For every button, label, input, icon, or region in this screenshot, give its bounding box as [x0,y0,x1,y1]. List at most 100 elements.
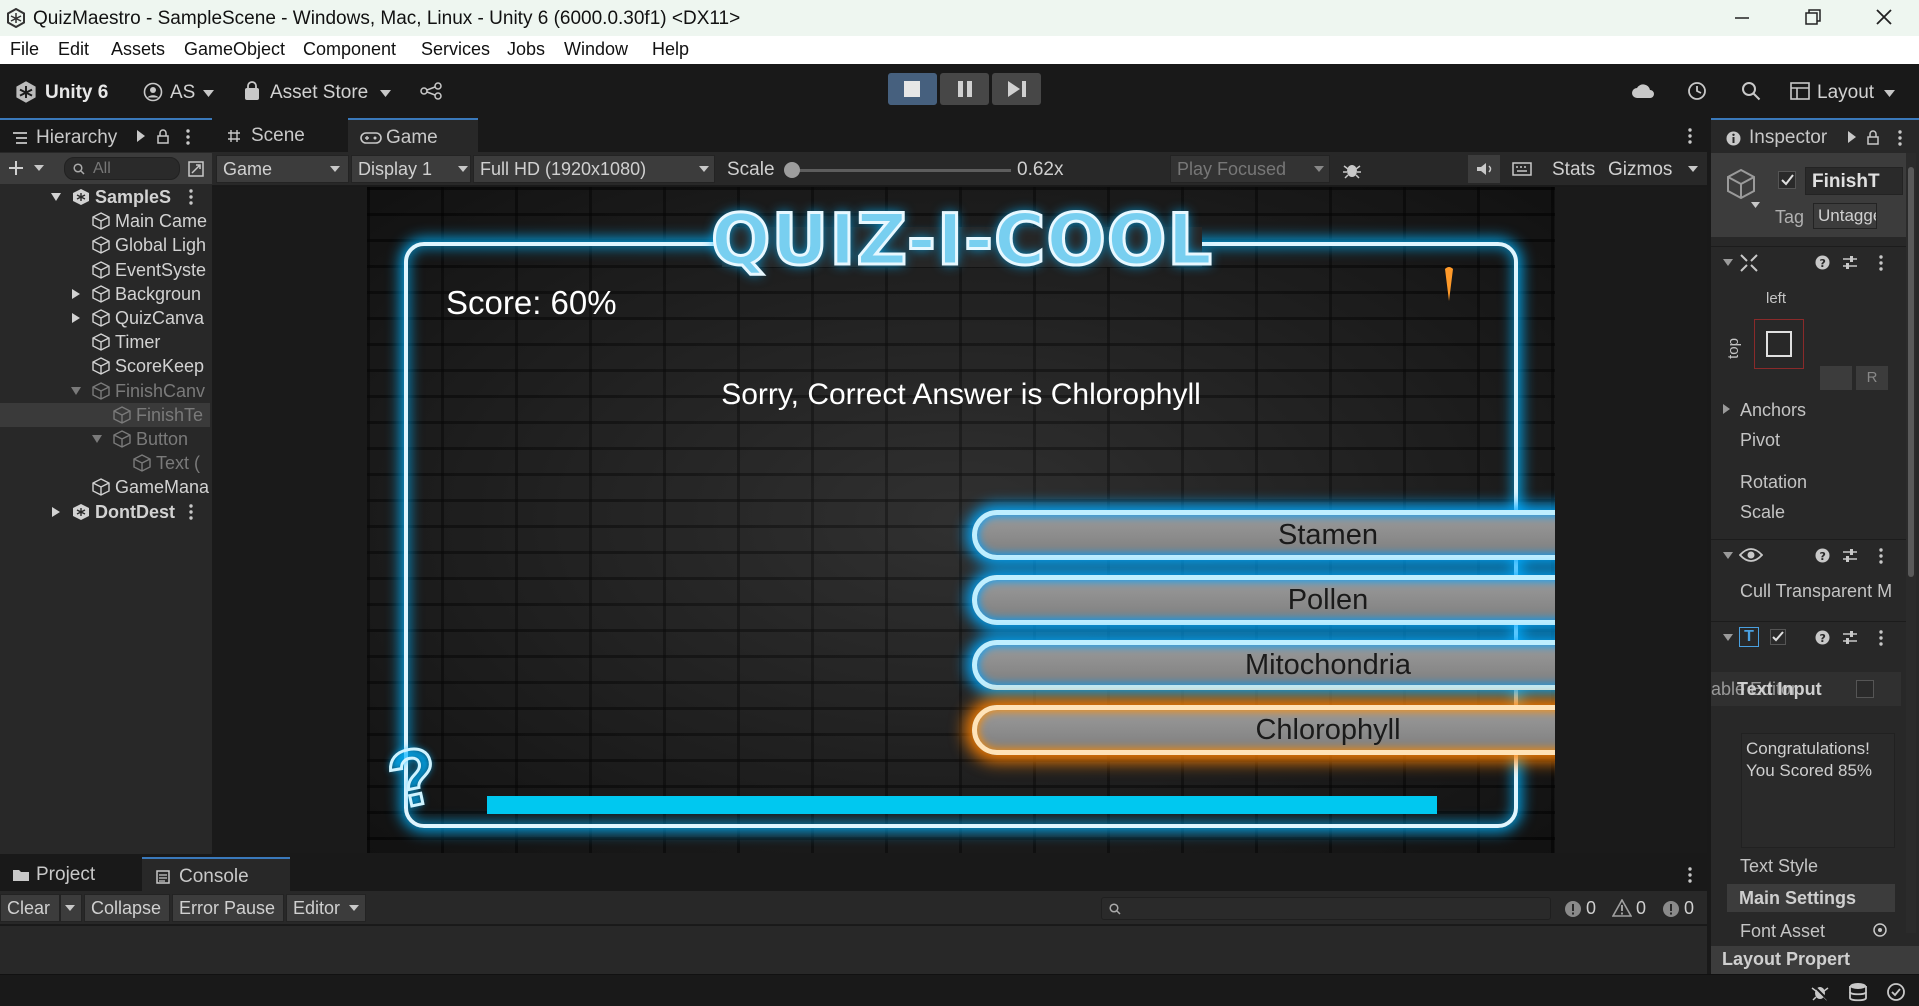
cache-server-icon[interactable] [1848,982,1868,1002]
chevron-right-icon[interactable] [1723,404,1730,414]
chevron-down-icon[interactable] [1688,166,1698,172]
console-search-field[interactable] [1101,897,1551,920]
answer-button-2[interactable]: Pollen [972,575,1555,625]
menu-edit[interactable]: Edit [58,39,89,60]
blueprint-mode-button[interactable] [1820,366,1852,390]
kebab-menu-icon[interactable] [1688,867,1692,883]
hierarchy-item[interactable]: DontDest [0,500,210,524]
menu-help[interactable]: Help [652,39,689,60]
hierarchy-item[interactable]: SampleS [0,185,210,209]
rect-transform-header[interactable]: ? [1711,246,1908,276]
textmeshpro-header[interactable]: T ? [1711,621,1908,651]
collapse-button[interactable]: Collapse [84,894,170,922]
tab-hierarchy[interactable]: Hierarchy [0,118,212,152]
minimize-icon[interactable] [1734,10,1750,26]
answer-button-3[interactable]: Mitochondria [972,640,1555,690]
hierarchy-item[interactable]: Text ( [0,451,210,475]
account-label[interactable]: AS [170,82,195,104]
preset-sliders-icon[interactable] [1842,548,1858,563]
answer-button-1[interactable]: Stamen [972,510,1555,560]
hierarchy-item[interactable]: Main Came [0,209,210,233]
help-icon[interactable]: ? [1815,255,1830,270]
asset-store-label[interactable]: Asset Store [270,82,368,104]
expand-arrow-down-icon[interactable] [51,192,61,202]
tab-console[interactable]: Console [142,857,290,891]
hierarchy-item[interactable]: Timer [0,330,210,354]
kebab-menu-icon[interactable] [189,503,193,520]
inspector-scrollbar[interactable] [1906,153,1916,933]
hierarchy-item[interactable]: Backgroun [0,282,210,306]
cloud-icon[interactable] [1631,82,1655,100]
hierarchy-item[interactable]: EventSyste [0,258,210,282]
asset-store-bag-icon[interactable] [243,81,261,101]
tab-scene[interactable]: Scene [212,118,348,152]
scene-visibility-icon[interactable] [188,161,204,177]
menu-assets[interactable]: Assets [111,39,165,60]
unity-version-label[interactable]: Unity 6 [45,82,108,104]
tab-inspector[interactable]: Inspector [1711,118,1919,152]
object-picker-icon[interactable] [1873,923,1887,937]
layout-icon[interactable] [1790,82,1810,100]
expand-arrow-down-icon[interactable] [92,434,102,444]
kebab-menu-icon[interactable] [1898,130,1902,146]
play-focused-dropdown[interactable]: Play Focused [1170,155,1330,183]
help-icon[interactable]: ? [1815,630,1830,645]
chevron-down-icon[interactable] [380,90,391,97]
close-window-icon[interactable] [1875,8,1893,26]
version-control-icon[interactable] [420,82,442,100]
hierarchy-item[interactable]: ScoreKeep [0,354,210,378]
anchor-presets-button[interactable] [1754,319,1804,369]
menu-file[interactable]: File [10,39,39,60]
kebab-menu-icon[interactable] [1688,128,1692,144]
error-pause-button[interactable]: Error Pause [172,894,284,922]
answer-button-4[interactable]: Chlorophyll [972,705,1555,755]
enable-editor-checkbox[interactable] [1856,680,1874,698]
preset-sliders-icon[interactable] [1842,255,1858,270]
restore-icon[interactable] [1804,8,1822,26]
gizmos-button[interactable]: Gizmos [1608,159,1672,181]
hierarchy-item[interactable]: QuizCanva [0,306,210,330]
canvas-renderer-header[interactable]: ? [1711,539,1908,569]
kebab-menu-icon[interactable] [1879,548,1883,564]
tab-project[interactable]: Project [0,857,140,891]
kebab-menu-icon[interactable] [1879,630,1883,646]
tab-more-arrow-icon[interactable] [1848,131,1856,143]
tag-dropdown[interactable]: Untagged [1813,203,1877,229]
error-icon[interactable] [1662,900,1680,918]
anchors-label[interactable]: Anchors [1740,400,1806,421]
preset-sliders-icon[interactable] [1842,630,1858,645]
search-icon[interactable] [1741,81,1761,101]
history-icon[interactable] [1686,80,1708,102]
display-dropdown[interactable]: Display 1 [351,155,471,183]
chevron-down-icon[interactable] [1884,90,1895,97]
bug-icon[interactable] [1342,160,1362,180]
expand-arrow-right-icon[interactable] [71,288,81,299]
console-log-area[interactable] [0,926,1707,974]
chevron-down-icon[interactable] [34,165,44,171]
info-message-icon[interactable] [1564,900,1582,918]
chevron-down-icon[interactable] [203,90,214,97]
expand-arrow-right-icon[interactable] [71,313,81,323]
hierarchy-item[interactable]: GameMana [0,475,210,499]
hierarchy-search-field[interactable]: All [64,157,180,180]
scale-slider-thumb[interactable] [784,162,800,178]
expand-arrow-right-icon[interactable] [51,506,61,517]
chevron-down-icon[interactable] [1751,202,1760,208]
main-settings-header[interactable]: Main Settings [1727,884,1895,912]
hierarchy-item[interactable]: Button [0,427,210,451]
hierarchy-item[interactable]: FinishCanv [0,379,210,403]
layout-properties-bar[interactable]: Layout Propert [1711,946,1919,974]
text-input-area[interactable]: Congratulations! You Scored 85% [1741,733,1895,848]
game-canvas[interactable]: QUIZ-I-COOL Score: 60% Sorry, Correct An… [367,187,1555,853]
enabled-checkbox-icon[interactable] [1770,629,1786,645]
hierarchy-item[interactable]: FinishTe [0,402,210,427]
add-icon[interactable] [8,160,24,176]
lock-icon[interactable] [157,129,169,144]
kebab-menu-icon[interactable] [189,189,193,205]
menu-gameobject[interactable]: GameObject [184,39,285,60]
expand-arrow-down-icon[interactable] [71,386,81,396]
menu-jobs[interactable]: Jobs [507,39,545,60]
menu-window[interactable]: Window [564,39,628,60]
warning-icon[interactable] [1612,899,1632,917]
kebab-menu-icon[interactable] [1879,255,1883,271]
